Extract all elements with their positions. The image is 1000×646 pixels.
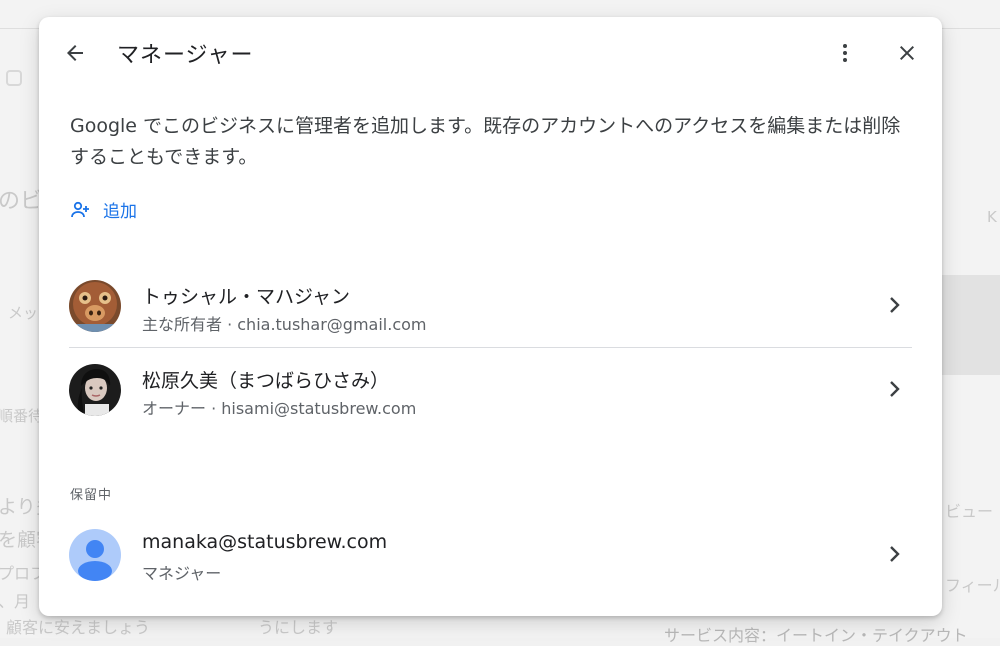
more-options-button[interactable] — [825, 33, 865, 73]
managers-dialog: マネージャー Google でこのビジネスに管理者を追加します。既存のアカウント… — [39, 17, 942, 616]
dialog-title: マネージャー — [117, 43, 254, 68]
manager-row[interactable]: 松原久美（まつばらひさみ） オーナー · hisami@statusbrew.c… — [69, 348, 912, 432]
chevron-right-icon — [890, 297, 900, 313]
person-icon — [69, 529, 121, 581]
manager-role-email: オーナー · hisami@statusbrew.com — [142, 399, 417, 418]
bg-fragment: 、月 — [0, 592, 31, 611]
person-add-icon — [71, 201, 89, 217]
close-button[interactable] — [887, 33, 927, 73]
bg-fragment: うにします — [258, 618, 339, 637]
chevron-right-icon — [890, 546, 900, 562]
manager-name: トゥシャル・マハジャン — [142, 286, 351, 308]
bg-fragment: 順番待 — [0, 407, 44, 425]
bg-fragment: K — [987, 208, 997, 226]
add-manager-button[interactable]: 追加 — [69, 197, 137, 222]
pending-manager-role: マネジャー — [142, 564, 222, 583]
bg-fragment: フィール — [945, 576, 1000, 595]
bg-fragment: 顧客に安えましょう — [6, 618, 151, 637]
manager-role-email: 主な所有者 · chia.tushar@gmail.com — [142, 315, 427, 334]
pending-manager-row[interactable]: manaka@statusbrew.com マネジャー — [69, 513, 912, 597]
pending-manager-email: manaka@statusbrew.com — [142, 531, 388, 553]
manager-name: 松原久美（まつばらひさみ） — [142, 370, 390, 392]
manager-row[interactable]: トゥシャル・マハジャン 主な所有者 · chia.tushar@gmail.co… — [69, 264, 912, 348]
more-vert-icon — [843, 44, 847, 62]
close-icon — [900, 46, 914, 60]
default-avatar — [69, 529, 121, 581]
back-button[interactable] — [55, 33, 95, 73]
avatar — [69, 280, 121, 332]
chevron-right-icon — [890, 381, 900, 397]
arrow-back-icon — [67, 45, 83, 61]
bg-fragment: サービス内容：イートイン・テイクアウト — [664, 626, 968, 645]
bg-fragment: のビ — [0, 189, 43, 214]
bg-fragment: ビュー — [945, 502, 994, 521]
pending-section-label: 保留中 — [70, 488, 113, 503]
dialog-description: Google でこのビジネスに管理者を追加します。既存のアカウントへのアクセスを… — [70, 115, 901, 168]
add-manager-label: 追加 — [103, 202, 137, 222]
bg-fragment: メッ — [8, 304, 39, 322]
avatar — [69, 364, 121, 416]
